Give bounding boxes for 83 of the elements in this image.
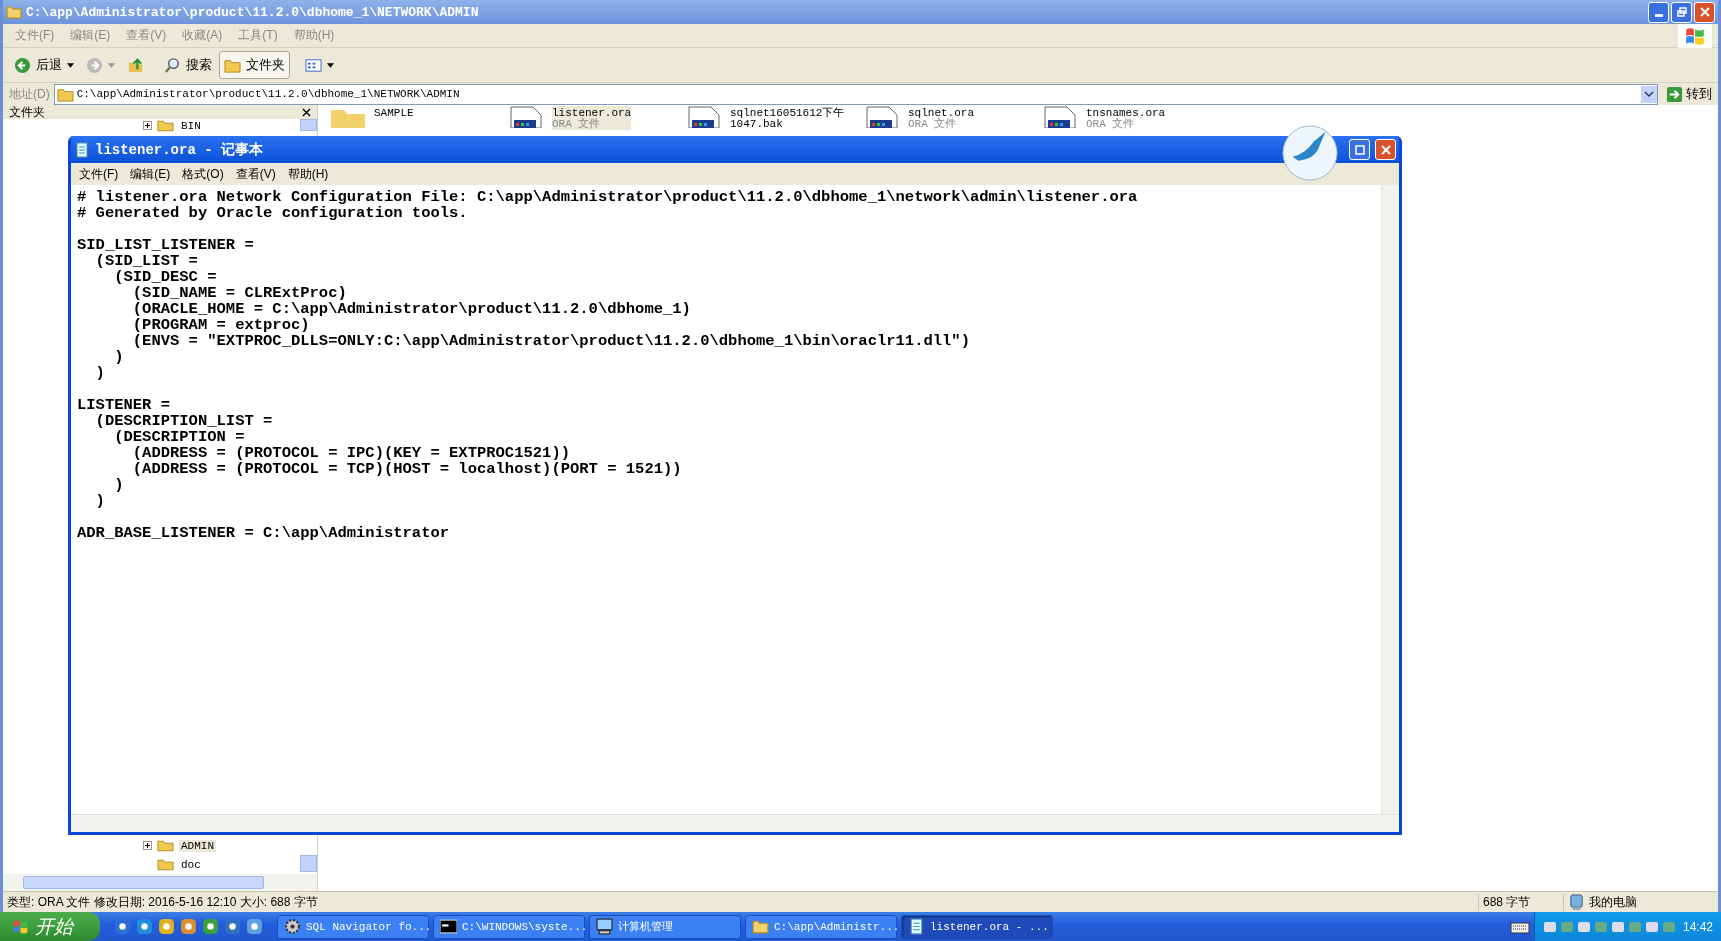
tray-icon[interactable]: [1542, 919, 1557, 934]
tree-item[interactable]: doc: [179, 858, 203, 871]
close-icon: [1699, 7, 1710, 17]
menu-item[interactable]: 文件(F): [73, 165, 125, 183]
address-label: 地址(D): [9, 85, 50, 103]
status-text: 我的电脑: [1589, 893, 1637, 911]
start-button[interactable]: 开始: [0, 912, 100, 941]
computer-icon: [1568, 893, 1585, 911]
document-icon[interactable]: [686, 106, 722, 128]
bird-icon[interactable]: [1281, 124, 1339, 182]
taskbar-button[interactable]: C:\WINDOWS\syste...: [433, 914, 585, 939]
file-name[interactable]: SAMPLE: [374, 106, 414, 119]
horizontal-scrollbar[interactable]: [71, 814, 1399, 832]
maximize-button[interactable]: [1349, 139, 1370, 160]
folders-button[interactable]: 文件夹: [219, 51, 290, 79]
minimize-button[interactable]: [1648, 1, 1669, 23]
menu-item[interactable]: 查看(V): [229, 165, 282, 183]
restore-icon: [1676, 7, 1687, 17]
back-button[interactable]: 后退: [9, 51, 79, 79]
status-text: 688 字节: [1478, 893, 1563, 911]
app-icon[interactable]: [136, 918, 153, 935]
document-icon[interactable]: [1042, 106, 1078, 128]
windows-logo-icon: [1678, 23, 1712, 48]
console-icon: [440, 918, 457, 935]
windows-logo-icon: [12, 918, 29, 935]
file-name[interactable]: sqlnet16051612下午 1047.bak: [730, 106, 845, 130]
close-icon: [1380, 144, 1391, 155]
app-icon[interactable]: [158, 918, 175, 935]
tree-item[interactable]: ADMIN: [179, 839, 216, 852]
taskbar-button[interactable]: listener.ora - ...: [901, 914, 1053, 939]
taskbar-button[interactable]: SQL Navigator fo...: [277, 914, 429, 939]
close-button[interactable]: [1694, 1, 1715, 23]
app-icon[interactable]: [246, 918, 263, 935]
notepad-icon: [74, 141, 90, 158]
caret-icon: [67, 62, 74, 68]
status-text: 类型: ORA 文件 修改日期: 2016-5-16 12:10 大小: 688 字节: [6, 893, 319, 911]
tray-icon[interactable]: [1610, 919, 1625, 934]
views-icon: [305, 56, 322, 74]
app-icon[interactable]: [180, 918, 197, 935]
dropdown-icon[interactable]: [1641, 85, 1657, 103]
window-title: C:\app\Administrator\product\11.2.0\dbhome_1\NETWORK\ADMIN: [26, 4, 479, 20]
notepad-icon: [908, 918, 925, 935]
document-icon[interactable]: [508, 106, 544, 128]
taskbar-button[interactable]: 计算机管理: [589, 914, 741, 939]
menu-item[interactable]: 帮助(H): [281, 165, 335, 183]
taskbar-button[interactable]: C:\app\Administr...: [745, 914, 897, 939]
folder-icon: [157, 839, 174, 852]
minimize-icon: [1654, 13, 1663, 17]
document-icon[interactable]: [864, 106, 900, 128]
app-icon[interactable]: [224, 918, 241, 935]
search-button[interactable]: 搜索: [159, 51, 217, 79]
window-title: listener.ora - 记事本: [95, 140, 264, 159]
go-button[interactable]: 转到: [1662, 85, 1716, 103]
gear-icon: [284, 918, 301, 935]
folder-icon: [157, 858, 174, 871]
app-icon[interactable]: [202, 918, 219, 935]
file-name[interactable]: sqlnet.ora ORA 文件: [908, 106, 974, 130]
tree-item[interactable]: BIN: [179, 119, 203, 132]
menu-item[interactable]: 编辑(E): [124, 165, 177, 183]
clock: 14:42: [1682, 919, 1713, 934]
file-name[interactable]: listener.ora ORA 文件: [552, 106, 632, 130]
search-icon: [164, 56, 181, 74]
folder-icon: [752, 918, 769, 935]
computer-icon: [596, 918, 613, 935]
keyboard-icon[interactable]: [1509, 919, 1530, 934]
folder-icon: [6, 4, 22, 20]
app-icon[interactable]: [114, 918, 131, 935]
expand-icon[interactable]: [143, 121, 152, 130]
menu-item[interactable]: 格式(O): [176, 165, 230, 183]
tray-icon[interactable]: [1644, 919, 1659, 934]
maximize-icon: [1354, 144, 1365, 155]
horizontal-scrollbar[interactable]: [3, 874, 317, 891]
vertical-scrollbar[interactable]: [1381, 185, 1399, 814]
pane-title: 文件夹: [9, 103, 45, 121]
caret-icon: [327, 62, 334, 68]
up-folder-icon: [127, 56, 144, 74]
tray-icon[interactable]: [1576, 919, 1591, 934]
close-icon[interactable]: [302, 107, 311, 117]
caret-icon: [108, 62, 115, 68]
expand-icon[interactable]: [143, 841, 152, 850]
restore-button[interactable]: [1671, 1, 1692, 23]
file-name[interactable]: tnsnames.ora ORA 文件: [1086, 106, 1166, 130]
close-button[interactable]: [1375, 139, 1396, 160]
